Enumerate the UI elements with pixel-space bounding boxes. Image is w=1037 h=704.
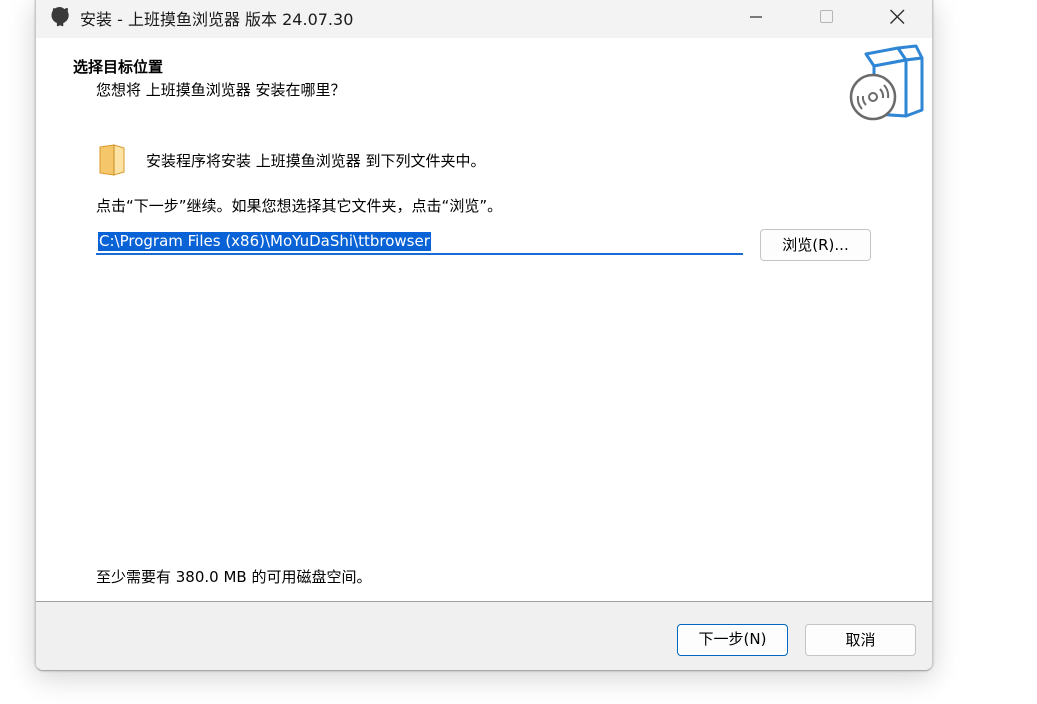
install-info-text: 安装程序将安装 上班摸鱼浏览器 到下列文件夹中。 [146,152,486,170]
maximize-button[interactable] [803,0,849,34]
wizard-header: 选择目标位置 您想将 上班摸鱼浏览器 安装在哪里？ [36,38,932,121]
page-subtitle: 您想将 上班摸鱼浏览器 安装在哪里？ [96,81,346,99]
maximize-icon [820,10,833,23]
installer-window: 安装 - 上班摸鱼浏览器 版本 24.07.30 选择目标位置 您想将 上班摸鱼… [35,0,933,671]
cancel-button[interactable]: 取消 [805,624,916,656]
software-box-disc-icon [846,42,926,124]
install-path-value: C:\Program Files (x86)\MoYuDaShi\ttbrows… [98,232,431,251]
close-button[interactable] [874,0,920,34]
next-button[interactable]: 下一步(N) [677,624,788,656]
minimize-button[interactable] [733,0,779,34]
wizard-footer: 下一步(N) 取消 [36,601,932,670]
browse-button[interactable]: 浏览(R)... [760,229,871,261]
close-icon [890,9,905,24]
folder-icon [98,143,128,177]
window-title: 安装 - 上班摸鱼浏览器 版本 24.07.30 [80,10,354,29]
disk-space-text: 至少需要有 380.0 MB 的可用磁盘空间。 [96,568,372,586]
minimize-icon [750,16,762,18]
instruction-text: 点击“下一步”继续。如果您想选择其它文件夹，点击“浏览”。 [96,197,503,215]
github-cat-icon [49,5,71,27]
install-path-input[interactable]: C:\Program Files (x86)\MoYuDaShi\ttbrows… [96,229,743,255]
title-bar[interactable]: 安装 - 上班摸鱼浏览器 版本 24.07.30 [36,0,932,38]
page-title: 选择目标位置 [73,58,164,76]
